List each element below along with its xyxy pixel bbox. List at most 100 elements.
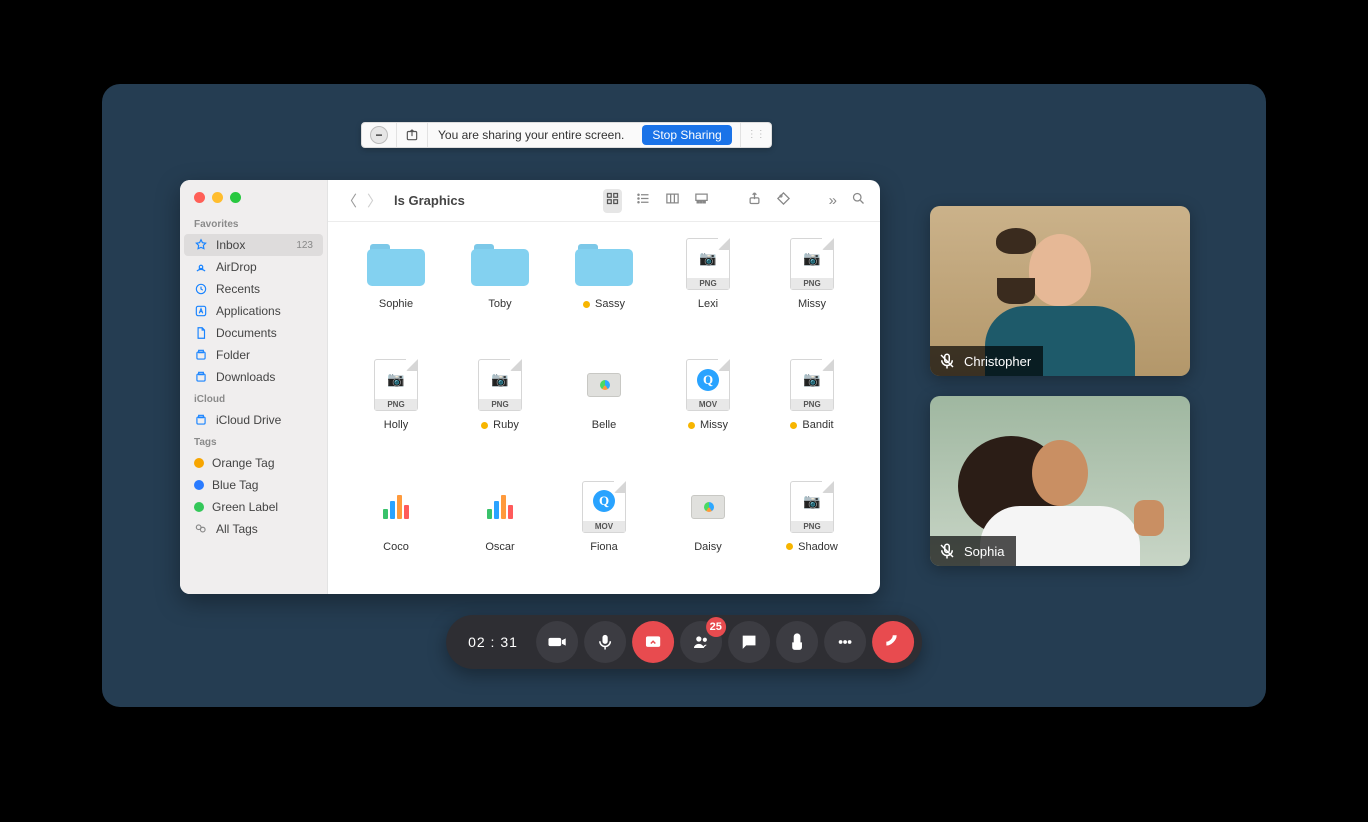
finder-window: Favorites Inbox 123 AirDrop Recents Appl…	[180, 180, 880, 594]
file-thumbnail: 📷PNG	[781, 357, 843, 413]
view-list-button[interactable]	[636, 191, 651, 211]
file-tag-dot	[786, 543, 793, 550]
file-item[interactable]: 📷PNG Lexi	[662, 236, 754, 341]
file-name: Holly	[384, 419, 408, 431]
window-maximize-button[interactable]	[230, 192, 241, 203]
collapse-share-toolbar-button[interactable]: −	[370, 126, 388, 144]
star-icon	[194, 238, 208, 252]
file-thumbnail	[365, 236, 427, 292]
file-item[interactable]: 📷PNG Shadow	[766, 479, 858, 584]
share-button[interactable]	[747, 191, 762, 211]
end-call-button[interactable]	[872, 621, 914, 663]
file-item[interactable]: 📷PNG Missy	[766, 236, 858, 341]
more-toolbar-button[interactable]: »	[829, 192, 837, 209]
finder-main: 〈 〉 ls Graphics	[328, 180, 880, 594]
sidebar-heading-icloud: iCloud	[180, 388, 327, 409]
doc-icon	[194, 326, 208, 340]
popout-share-button[interactable]	[397, 123, 428, 147]
sidebar-item[interactable]: Downloads	[180, 366, 327, 388]
file-name: Oscar	[485, 541, 514, 553]
finder-sidebar: Favorites Inbox 123 AirDrop Recents Appl…	[180, 180, 328, 594]
file-item[interactable]: 📷PNG Bandit	[766, 357, 858, 462]
tags-button[interactable]	[776, 191, 791, 211]
mic-toggle-button[interactable]	[584, 621, 626, 663]
sidebar-item[interactable]: Applications	[180, 300, 327, 322]
disk-icon	[194, 413, 208, 427]
all-tags-icon	[194, 522, 208, 536]
sidebar-item-label: All Tags	[216, 522, 317, 536]
sidebar-item-label: iCloud Drive	[216, 413, 317, 427]
file-item[interactable]: QMOV Missy	[662, 357, 754, 462]
more-options-button[interactable]	[824, 621, 866, 663]
file-thumbnail: 📷PNG	[365, 357, 427, 413]
file-item[interactable]: Sophie	[350, 236, 442, 341]
file-name: Missy	[700, 419, 728, 431]
window-minimize-button[interactable]	[212, 192, 223, 203]
file-thumbnail: 📷PNG	[781, 236, 843, 292]
airdrop-icon	[194, 260, 208, 274]
sidebar-tag-item[interactable]: Green Label	[180, 496, 327, 518]
toolbar-grip-handle[interactable]: ⋮⋮	[741, 131, 771, 139]
file-thumbnail: 📷PNG	[677, 236, 739, 292]
file-name: Lexi	[698, 298, 718, 310]
stop-sharing-button[interactable]: Stop Sharing	[642, 125, 731, 145]
file-item[interactable]: 📷PNG Ruby	[454, 357, 546, 462]
file-item[interactable]: Belle	[558, 357, 650, 462]
participant-tile[interactable]: Sophia	[930, 396, 1190, 566]
chat-button[interactable]	[728, 621, 770, 663]
sidebar-heading-favorites: Favorites	[180, 213, 327, 234]
sidebar-item-label: Recents	[216, 282, 317, 296]
meeting-panel: − You are sharing your entire screen. St…	[102, 84, 1266, 707]
participant-name: Sophia	[964, 544, 1004, 559]
file-name: Bandit	[802, 419, 833, 431]
sidebar-item-label: Documents	[216, 326, 317, 340]
view-gallery-button[interactable]	[694, 191, 709, 211]
file-item[interactable]: Sassy	[558, 236, 650, 341]
participants-button[interactable]: 25	[680, 621, 722, 663]
sidebar-item[interactable]: Documents	[180, 322, 327, 344]
participant-name-chip: Christopher	[930, 346, 1043, 376]
file-item[interactable]: Toby	[454, 236, 546, 341]
sidebar-heading-tags: Tags	[180, 431, 327, 452]
tag-dot-icon	[194, 480, 204, 490]
participant-name-chip: Sophia	[930, 536, 1016, 566]
file-item[interactable]: QMOV Fiona	[558, 479, 650, 584]
sidebar-item[interactable]: iCloud Drive	[180, 409, 327, 431]
file-item[interactable]: Oscar	[454, 479, 546, 584]
sidebar-tag-item[interactable]: Blue Tag	[180, 474, 327, 496]
view-columns-button[interactable]	[665, 191, 680, 211]
search-button[interactable]	[851, 191, 866, 211]
file-item[interactable]: Coco	[350, 479, 442, 584]
reactions-button[interactable]	[776, 621, 818, 663]
call-control-bar: 02 : 31 25	[446, 615, 922, 669]
file-name: Daisy	[694, 541, 722, 553]
screen-share-button[interactable]	[632, 621, 674, 663]
file-name: Toby	[488, 298, 511, 310]
sidebar-item-label: Blue Tag	[212, 478, 317, 492]
call-timer: 02 : 31	[468, 634, 518, 650]
share-status-text: You are sharing your entire screen.	[428, 123, 634, 147]
sidebar-tag-item[interactable]: Orange Tag	[180, 452, 327, 474]
camera-toggle-button[interactable]	[536, 621, 578, 663]
app-icon	[194, 304, 208, 318]
sidebar-item[interactable]: AirDrop	[180, 256, 327, 278]
sidebar-item[interactable]: Recents	[180, 278, 327, 300]
file-name: Ruby	[493, 419, 519, 431]
nav-back-button[interactable]: 〈	[342, 190, 357, 211]
finder-grid: Sophie Toby Sassy 📷PNG Lexi 📷PNG Missy 📷…	[328, 222, 880, 594]
sidebar-tag-item[interactable]: All Tags	[180, 518, 327, 540]
disk-icon	[194, 370, 208, 384]
nav-forward-button[interactable]: 〉	[367, 190, 382, 211]
file-item[interactable]: 📷PNG Holly	[350, 357, 442, 462]
file-thumbnail	[365, 479, 427, 535]
sidebar-item[interactable]: Inbox 123	[184, 234, 323, 256]
view-icons-button[interactable]	[603, 189, 622, 213]
file-item[interactable]: Daisy	[662, 479, 754, 584]
sidebar-item[interactable]: Folder	[180, 344, 327, 366]
file-thumbnail	[469, 479, 531, 535]
participant-tile[interactable]: Christopher	[930, 206, 1190, 376]
clock-icon	[194, 282, 208, 296]
file-thumbnail	[677, 479, 739, 535]
window-close-button[interactable]	[194, 192, 205, 203]
file-name: Shadow	[798, 541, 838, 553]
